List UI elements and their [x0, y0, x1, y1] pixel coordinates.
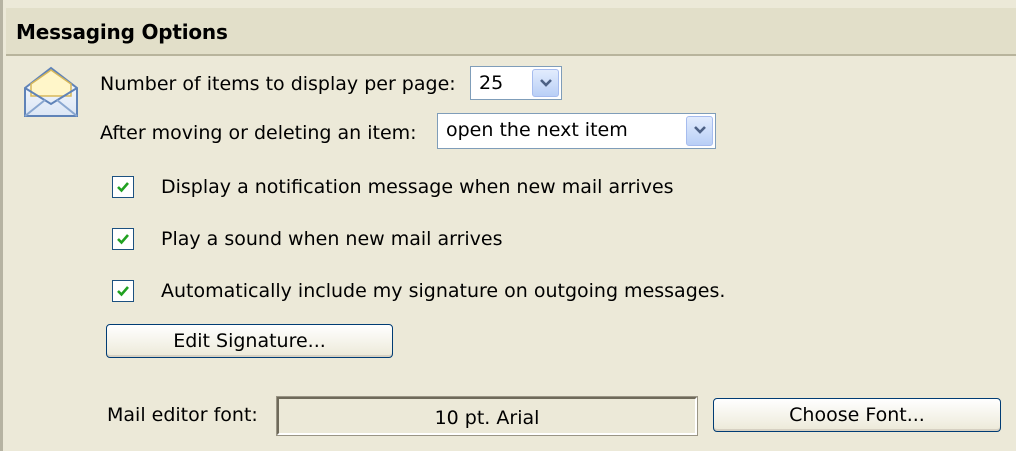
messaging-options-panel: Messaging Options Number of items to dis… — [0, 0, 1016, 451]
after-moving-label: After moving or deleting an item: — [100, 122, 417, 144]
edit-signature-button[interactable]: Edit Signature... — [106, 324, 393, 358]
checkmark-icon — [117, 182, 129, 193]
choose-font-button-label: Choose Font... — [789, 404, 925, 426]
envelope-icon — [21, 62, 81, 120]
after-moving-value: open the next item — [446, 119, 628, 141]
include-signature-checkbox[interactable] — [112, 280, 134, 302]
items-per-page-label: Number of items to display per page: — [100, 73, 456, 95]
mail-editor-font-display: 10 pt. Arial — [276, 396, 698, 436]
checkmark-icon — [117, 234, 129, 245]
mail-editor-font-label: Mail editor font: — [107, 404, 258, 426]
choose-font-button[interactable]: Choose Font... — [713, 398, 1001, 432]
mail-editor-font-value: 10 pt. Arial — [434, 407, 540, 429]
after-moving-select[interactable]: open the next item — [437, 113, 716, 149]
section-title: Messaging Options — [16, 20, 228, 44]
play-sound-checkbox[interactable] — [112, 228, 134, 250]
include-signature-checkbox-label: Automatically include my signature on ou… — [161, 280, 726, 302]
items-per-page-value: 25 — [479, 72, 504, 94]
notification-checkbox[interactable] — [112, 176, 134, 198]
checkmark-icon — [117, 286, 129, 297]
section-header: Messaging Options — [6, 8, 1016, 56]
edit-signature-button-label: Edit Signature... — [173, 330, 326, 352]
play-sound-checkbox-label: Play a sound when new mail arrives — [161, 228, 503, 250]
notification-checkbox-label: Display a notification message when new … — [161, 176, 674, 198]
chevron-down-icon[interactable] — [532, 69, 559, 97]
items-per-page-select[interactable]: 25 — [470, 66, 562, 100]
chevron-down-icon[interactable] — [686, 116, 713, 146]
